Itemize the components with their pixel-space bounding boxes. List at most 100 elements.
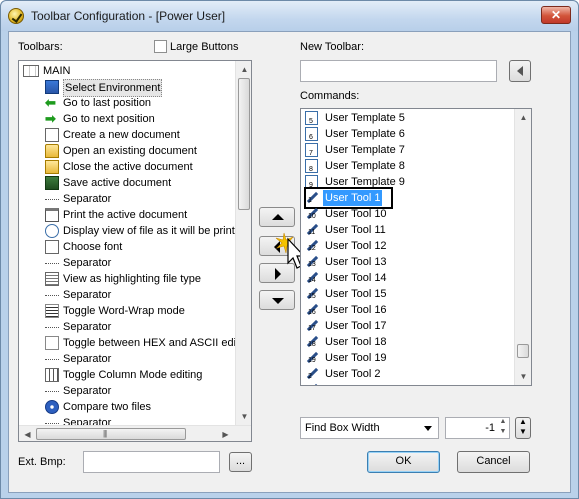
- toolbar-item[interactable]: Separator: [43, 287, 233, 303]
- user-tool-icon: 15: [305, 287, 319, 301]
- command-item-label: User Tool 12: [325, 240, 387, 252]
- commands-list[interactable]: 5 User Template 5 6 User Template 6 7 User Te…: [300, 108, 532, 386]
- toolbar-item[interactable]: ➡ Go to next position: [43, 111, 233, 127]
- toolbar-item[interactable]: Close the active document: [43, 159, 233, 175]
- new-toolbar-input[interactable]: [300, 60, 497, 82]
- user-tool-icon: 13: [305, 255, 319, 269]
- command-item[interactable]: 5 User Template 5: [305, 110, 511, 126]
- command-item[interactable]: 16 User Tool 16: [305, 302, 511, 318]
- scroll-up-icon[interactable]: ▲: [236, 61, 251, 78]
- print-preview-icon: [45, 224, 59, 238]
- save-disk-icon: [45, 176, 59, 190]
- toolbar-group-icon: [23, 65, 39, 77]
- toolbar-item[interactable]: Separator: [43, 255, 233, 271]
- toolbar-item[interactable]: Toggle between HEX and ASCII edi: [43, 335, 236, 351]
- command-item[interactable]: 8 User Template 8: [305, 158, 511, 174]
- toolbar-item[interactable]: Save active document: [43, 175, 233, 191]
- command-item[interactable]: 6 User Template 6: [305, 126, 511, 142]
- command-item-label: User Tool 19: [325, 352, 387, 364]
- arrow-down-icon: [272, 298, 284, 304]
- toolbar-item[interactable]: Separator: [43, 351, 233, 367]
- large-buttons-checkbox[interactable]: [154, 40, 167, 53]
- toolbar-item-label: Go to last position: [63, 97, 152, 109]
- toolbar-item[interactable]: Print the active document: [43, 207, 233, 223]
- command-item-label: User Tool 15: [325, 288, 387, 300]
- toolbars-scroll-thumb[interactable]: [238, 78, 250, 210]
- toolbar-item[interactable]: Create a new document: [43, 127, 233, 143]
- toolbar-item[interactable]: View as highlighting file type: [43, 271, 233, 287]
- command-number: 2: [308, 373, 312, 380]
- command-item[interactable]: 18 User Tool 18: [305, 334, 511, 350]
- toolbar-item[interactable]: Open an existing document: [43, 143, 233, 159]
- find-box-width-dropdown[interactable]: Find Box Width: [300, 417, 439, 439]
- scroll-down-icon[interactable]: ▼: [515, 368, 531, 385]
- command-item[interactable]: 15 User Tool 15: [305, 286, 511, 302]
- width-input[interactable]: -1 ▲ ▼: [445, 417, 510, 439]
- command-item[interactable]: 7 User Template 7: [305, 142, 511, 158]
- toolbar-item[interactable]: Compare two files: [43, 399, 233, 415]
- spin-up-icon[interactable]: ▲: [497, 418, 509, 428]
- toolbar-item[interactable]: Separator: [43, 319, 233, 335]
- highlight-document-icon: [45, 272, 59, 286]
- app-logo-icon: [8, 8, 24, 24]
- move-down-button[interactable]: [259, 290, 295, 310]
- new-toolbar-label: New Toolbar:: [300, 41, 364, 53]
- toolbar-item[interactable]: Choose font: [43, 239, 233, 255]
- toolbar-item-label: Create a new document: [63, 129, 180, 141]
- ext-bmp-input[interactable]: [83, 451, 220, 473]
- toolbar-item[interactable]: Separator: [43, 383, 233, 399]
- close-button[interactable]: ✕: [541, 6, 571, 24]
- command-item-label: User Tool 17: [325, 320, 387, 332]
- commands-scroll-thumb[interactable]: [517, 344, 529, 358]
- command-item[interactable]: 19 User Tool 19: [305, 350, 511, 366]
- scroll-up-icon[interactable]: ▲: [515, 109, 531, 126]
- toolbar-item-label: Toggle Word-Wrap mode: [63, 305, 185, 317]
- toolbars-horizontal-scrollbar[interactable]: ◀ ||| ▶: [19, 425, 251, 441]
- arrow-up-icon: [272, 214, 284, 220]
- command-item[interactable]: 1 User Tool 1: [304, 187, 511, 209]
- user-tool-icon: 14: [305, 271, 319, 285]
- command-item[interactable]: 11 User Tool 11: [305, 222, 511, 238]
- toolbar-item[interactable]: Toggle Word-Wrap mode: [43, 303, 233, 319]
- command-item-label: User Tool 14: [325, 272, 387, 284]
- toolbar-item[interactable]: Select Environment: [43, 79, 233, 97]
- add-toolbar-button[interactable]: [509, 60, 531, 82]
- ok-button[interactable]: OK: [367, 451, 440, 473]
- command-number: 6: [309, 134, 313, 141]
- command-item[interactable]: 13 User Tool 13: [305, 254, 511, 270]
- commands-vertical-scrollbar[interactable]: ▲ ▼: [514, 109, 531, 385]
- print-icon: [45, 208, 59, 222]
- user-tool-icon: 2: [305, 367, 319, 381]
- browse-button[interactable]: ...: [229, 452, 252, 472]
- move-up-button[interactable]: [259, 207, 295, 227]
- scroll-left-icon[interactable]: ◀: [19, 426, 36, 441]
- toolbars-tree[interactable]: MAIN Select Environment ⬅ Go to last positi…: [18, 60, 252, 442]
- command-item-label: User Tool 11: [325, 224, 386, 236]
- command-item[interactable]: 20 User Tool 20: [305, 382, 511, 385]
- title-bar[interactable]: Toolbar Configuration - [Power User] ✕: [1, 1, 578, 31]
- command-item-label: User Tool 18: [325, 336, 387, 348]
- command-item[interactable]: 10 User Tool 10: [305, 206, 511, 222]
- toolbars-hscroll-thumb[interactable]: |||: [36, 428, 186, 440]
- dialog-body: Toolbars: Large Buttons MAIN Select Envir…: [8, 31, 571, 493]
- command-item[interactable]: 2 User Tool 2: [305, 366, 511, 382]
- toolbar-item[interactable]: ⬅ Go to last position: [43, 95, 233, 111]
- spin-down-icon[interactable]: ▼: [497, 428, 509, 438]
- command-item[interactable]: 17 User Tool 17: [305, 318, 511, 334]
- toolbars-vertical-scrollbar[interactable]: ▲ ▼: [235, 61, 251, 425]
- user-template-icon: 7: [305, 143, 318, 157]
- command-item[interactable]: 12 User Tool 12: [305, 238, 511, 254]
- toolbar-item[interactable]: Separator: [43, 191, 233, 207]
- environment-icon: [45, 80, 59, 94]
- large-buttons-label[interactable]: Large Buttons: [170, 41, 239, 53]
- scroll-down-icon[interactable]: ▼: [236, 408, 251, 425]
- command-item[interactable]: 14 User Tool 14: [305, 270, 511, 286]
- column-mode-icon: [45, 368, 59, 382]
- user-tool-icon: 20: [305, 383, 319, 385]
- toolbar-item[interactable]: Toggle Column Mode editing: [43, 367, 233, 383]
- scroll-right-icon[interactable]: ▶: [217, 426, 234, 441]
- width-spin-button[interactable]: ▲ ▼: [515, 417, 531, 439]
- cancel-button[interactable]: Cancel: [457, 451, 530, 473]
- toolbar-item[interactable]: Display view of file as it will be print: [43, 223, 235, 239]
- separator-icon: [45, 327, 59, 328]
